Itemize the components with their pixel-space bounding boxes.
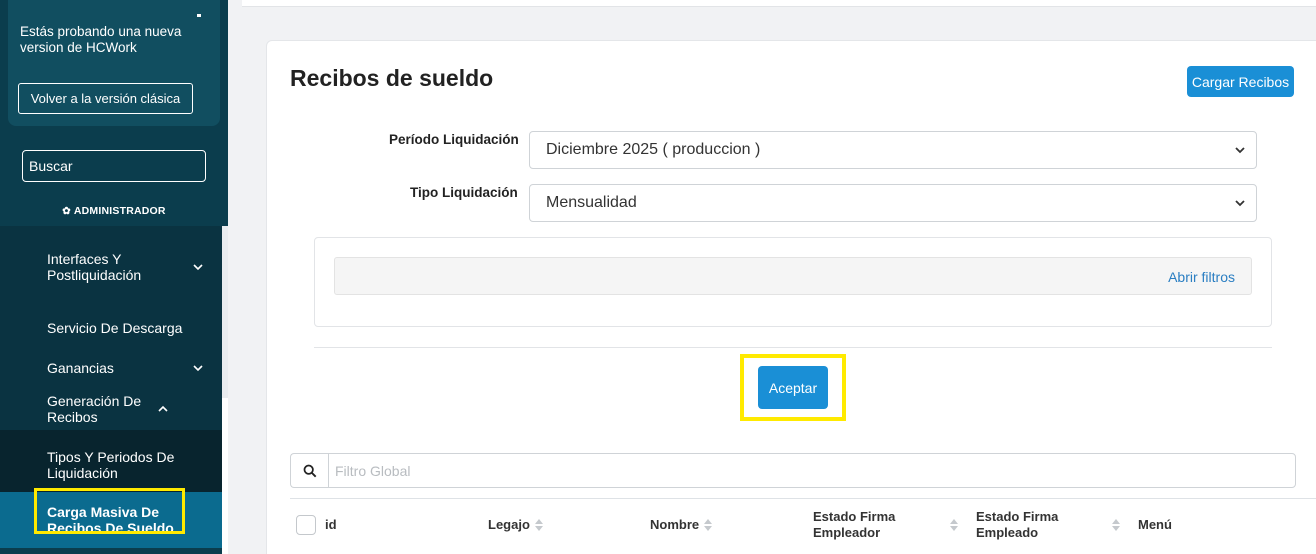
gear-icon: ✿: [62, 206, 71, 217]
chevron-down-icon: [1235, 147, 1245, 154]
open-filters-link[interactable]: Abrir filtros: [1168, 269, 1235, 285]
column-header-menu: Menú: [1138, 517, 1172, 532]
periodo-label: Período Liquidación: [389, 132, 519, 147]
periodo-select[interactable]: Diciembre 2025 ( produccion ): [529, 131, 1257, 169]
active-item-highlight: [34, 488, 185, 534]
tipo-select[interactable]: Mensualidad: [529, 184, 1257, 222]
chevron-down-icon: [193, 264, 203, 271]
search-icon[interactable]: [290, 453, 328, 488]
sidebar-search[interactable]: [22, 150, 210, 182]
sidebar-item-label: Ganancias: [47, 360, 114, 376]
accept-button[interactable]: Aceptar: [758, 366, 828, 409]
sort-icon: [704, 519, 713, 531]
sidebar-item-interfaces[interactable]: Interfaces Y Postliquidación: [0, 226, 222, 308]
sidebar-item-generacion-recibos[interactable]: Generación De Recibos: [0, 388, 222, 430]
chevron-down-icon: [1235, 200, 1245, 207]
promo-text: Estás probando una nueva version de HCWo…: [20, 24, 182, 55]
chevron-down-icon: [193, 365, 203, 372]
divider: [314, 347, 1272, 348]
page-title: Recibos de sueldo: [290, 65, 494, 91]
column-header-estado-firma-empleador[interactable]: Estado Firma Empleador: [813, 509, 959, 541]
sidebar-item-ganancias[interactable]: Ganancias: [0, 348, 222, 388]
sidebar-item-label: Servicio De Descarga: [47, 320, 183, 336]
chevron-up-icon: [158, 405, 168, 412]
filters-bar[interactable]: Abrir filtros: [334, 257, 1252, 295]
close-dot-icon[interactable]: [197, 14, 201, 17]
tipo-value: Mensualidad: [546, 194, 637, 211]
upload-receipts-button[interactable]: Cargar Recibos: [1187, 66, 1294, 97]
column-header-legajo[interactable]: Legajo: [488, 517, 544, 533]
role-label: ✿ ADMINISTRADOR: [62, 205, 166, 217]
sidebar-subitem-tipos-periodos[interactable]: Tipos Y Periodos De Liquidación: [0, 438, 222, 492]
table-header-border: [290, 498, 1316, 499]
sort-icon: [534, 519, 543, 531]
tipo-label: Tipo Liquidación: [410, 185, 518, 200]
select-all-checkbox[interactable]: [296, 515, 316, 535]
sort-icon: [950, 519, 958, 531]
classic-version-button[interactable]: Volver a la versión clásica: [18, 83, 193, 114]
sidebar: Estás probando una nueva version de HCWo…: [0, 0, 228, 554]
sort-icon: [1112, 519, 1120, 531]
sidebar-item-label: Interfaces Y Postliquidación: [47, 251, 142, 283]
global-filter-input[interactable]: [328, 453, 1296, 488]
sidebar-search-input[interactable]: [29, 158, 210, 174]
column-header-id[interactable]: id: [325, 517, 337, 533]
column-header-estado-firma-empleado[interactable]: Estado Firma Empleado: [976, 509, 1121, 541]
periodo-value: Diciembre 2025 ( produccion ): [546, 141, 761, 158]
sidebar-item-servicio-descarga[interactable]: Servicio De Descarga: [0, 308, 222, 348]
sidebar-subitem-label: Tipos Y Periodos De Liquidación: [47, 449, 175, 481]
global-filter: [290, 453, 1296, 488]
column-header-nombre[interactable]: Nombre: [650, 517, 713, 533]
sidebar-item-label: Generación De Recibos: [47, 393, 142, 425]
top-bar: [242, 0, 1316, 7]
sidebar-scrollbar-thumb[interactable]: [222, 226, 228, 398]
